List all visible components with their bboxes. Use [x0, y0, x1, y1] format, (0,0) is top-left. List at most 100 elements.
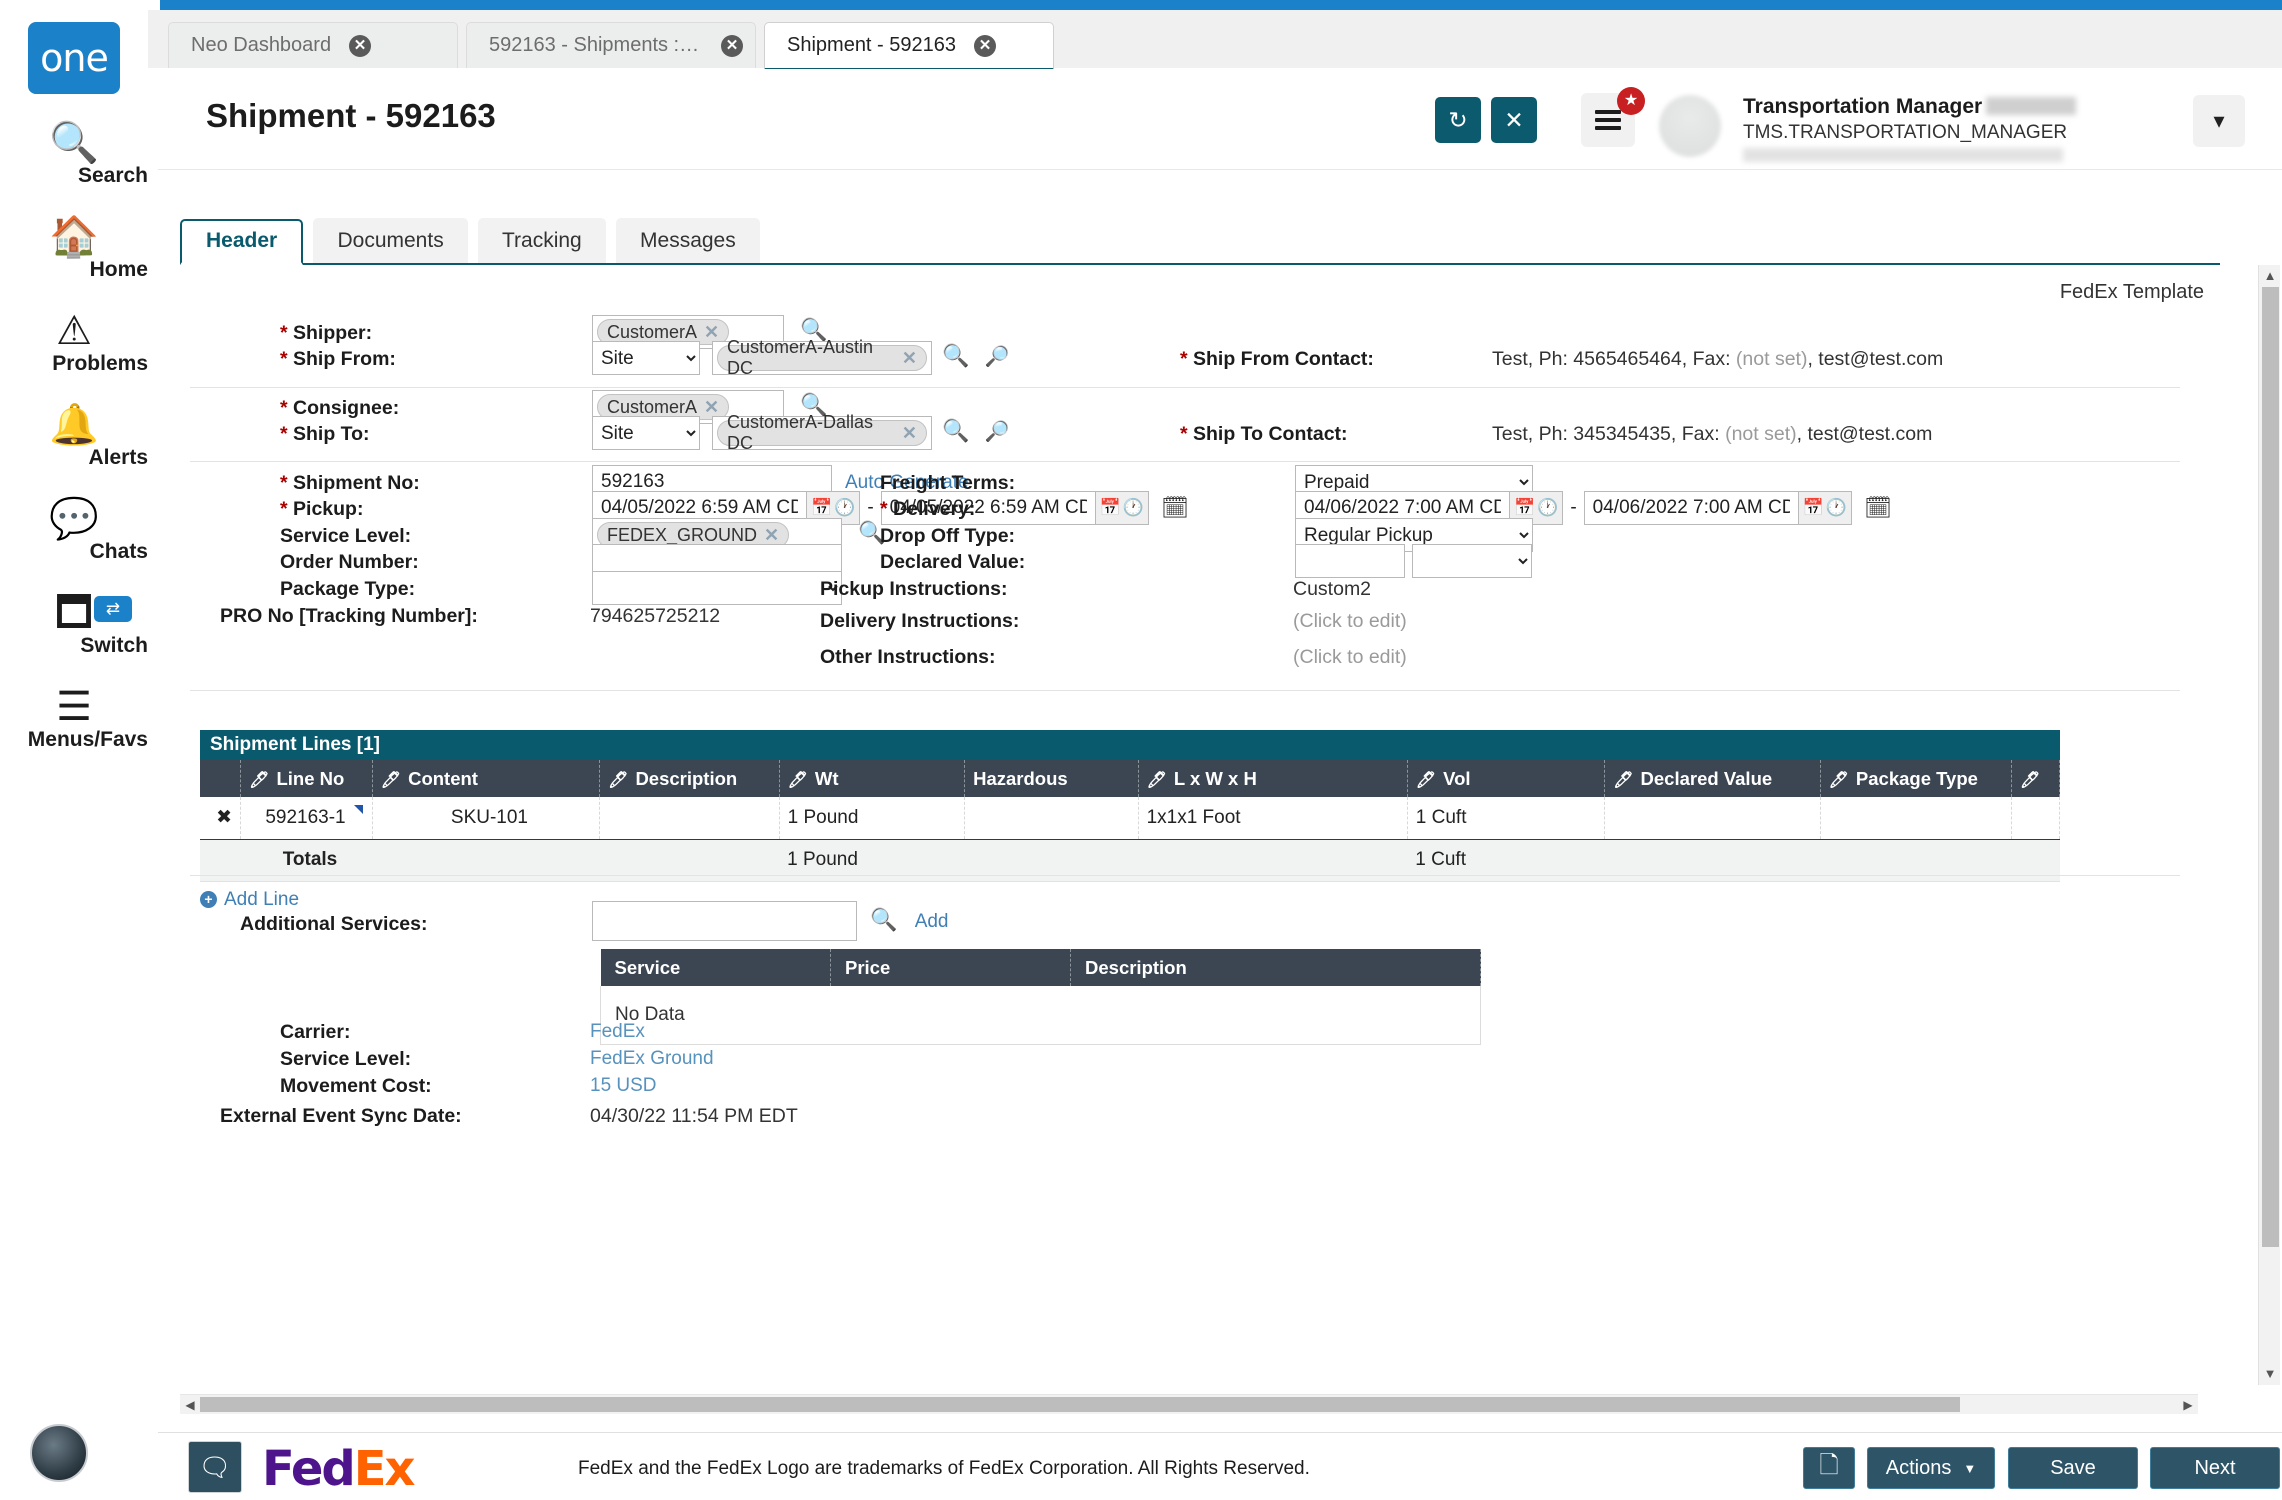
th-description[interactable]: 🖊 Description: [599, 760, 780, 797]
search-zoom-icon[interactable]: 🔍: [942, 418, 969, 443]
vertical-scrollbar[interactable]: ▲ ▼: [2258, 265, 2280, 1385]
th-hazardous[interactable]: Hazardous: [964, 760, 1139, 797]
horizontal-scroll-thumb[interactable]: [200, 1397, 1960, 1412]
declared-value-currency-select[interactable]: [1412, 544, 1532, 578]
chip-ship-from[interactable]: CustomerA-Austin DC ✕: [717, 337, 927, 378]
chip-ship-to[interactable]: CustomerA-Dallas DC ✕: [717, 412, 927, 453]
browser-tab-shipment-592163[interactable]: Shipment - 592163 ✕: [764, 22, 1054, 71]
pickup-instructions-value[interactable]: Custom2: [1293, 578, 1371, 601]
switch-badge-icon[interactable]: ⇄: [94, 596, 132, 622]
user-orb-icon[interactable]: [30, 1424, 88, 1482]
sidebar-item-alerts[interactable]: 🔔 Alerts: [0, 402, 148, 470]
search-zoom-icon[interactable]: 🔍: [870, 907, 897, 932]
sidebar-item-chats[interactable]: 💬 Chats: [0, 496, 148, 564]
cell-line-no[interactable]: 592163-1: [240, 797, 373, 840]
search-icon[interactable]: 🔎: [985, 421, 1010, 443]
scroll-up-icon[interactable]: ▲: [2259, 265, 2281, 287]
declared-value-input[interactable]: [1295, 544, 1405, 578]
chip-remove-icon[interactable]: ✕: [704, 397, 719, 418]
chat-button[interactable]: 🗨: [188, 1441, 242, 1493]
chip-remove-icon[interactable]: ✕: [902, 423, 917, 444]
th-vol[interactable]: 🖊 Vol: [1407, 760, 1606, 797]
cell-vol[interactable]: 1 Cuft: [1407, 797, 1606, 840]
calendar-icon[interactable]: 📅: [1803, 498, 1824, 518]
add-service-link[interactable]: Add: [915, 911, 949, 932]
browser-tab-neo-dashboard[interactable]: Neo Dashboard ✕: [168, 22, 458, 68]
sidebar-item-search[interactable]: 🔍 Search: [0, 120, 148, 188]
horizontal-scrollbar[interactable]: ◀ ▶: [180, 1394, 2198, 1414]
app-logo[interactable]: one: [28, 22, 120, 94]
ship-from-type-select[interactable]: Site: [592, 341, 700, 375]
ship-from-site-input[interactable]: CustomerA-Austin DC ✕: [712, 337, 932, 378]
search-zoom-icon[interactable]: 🔍: [942, 343, 969, 368]
ship-to-site-input[interactable]: CustomerA-Dallas DC ✕: [712, 412, 932, 453]
cell-declared-value[interactable]: [1604, 797, 1821, 840]
cell-lwh[interactable]: 1x1x1 Foot: [1138, 797, 1408, 840]
th-overflow[interactable]: 🖊: [2011, 760, 2060, 797]
chip-remove-icon[interactable]: ✕: [764, 525, 779, 546]
scroll-left-icon[interactable]: ◀: [180, 1395, 200, 1415]
tab-tracking[interactable]: Tracking: [477, 218, 606, 264]
save-button[interactable]: Save: [2008, 1447, 2138, 1489]
edit-icon[interactable]: 🖊: [249, 772, 269, 789]
cell-package-type[interactable]: [1820, 797, 2013, 840]
cell-description[interactable]: [599, 797, 780, 840]
copy-button[interactable]: 🗋: [1803, 1447, 1855, 1489]
carrier-value[interactable]: FedEx: [590, 1021, 645, 1043]
edit-icon[interactable]: 🖊: [2020, 772, 2040, 789]
scroll-right-icon[interactable]: ▶: [2178, 1395, 2198, 1415]
cell-content[interactable]: SKU-101: [372, 797, 601, 840]
sidebar-item-switch[interactable]: 🗖 ⇄ Switch: [0, 590, 148, 658]
close-button[interactable]: ✕: [1491, 97, 1537, 143]
edit-icon[interactable]: 🖊: [1613, 772, 1633, 789]
vertical-scroll-thumb[interactable]: [2262, 287, 2279, 1247]
delivery-instructions-value[interactable]: (Click to edit): [1293, 610, 1407, 633]
clock-icon[interactable]: 🕐: [1826, 498, 1847, 518]
th-lwh[interactable]: 🖊 L x W x H: [1138, 760, 1408, 797]
next-button[interactable]: Next: [2150, 1447, 2280, 1489]
user-menu-button[interactable]: ▾: [2193, 95, 2245, 147]
chip-remove-icon[interactable]: ✕: [704, 322, 719, 343]
refresh-button[interactable]: ↻: [1435, 97, 1481, 143]
tab-header[interactable]: Header: [180, 218, 304, 265]
browser-tab-shipments-list[interactable]: 592163 - Shipments : by Shipme… ✕: [466, 22, 756, 68]
th-line-no[interactable]: 🖊 Line No: [240, 760, 373, 797]
th-content[interactable]: 🖊 Content: [372, 760, 601, 797]
edit-icon[interactable]: 🖊: [1147, 772, 1167, 789]
row-delete-button[interactable]: ✖: [200, 797, 242, 840]
edit-icon[interactable]: 🖊: [381, 772, 401, 789]
actions-button[interactable]: Actions ▼: [1867, 1447, 1995, 1489]
sidebar-item-menus-favs[interactable]: ☰ Menus/Favs: [0, 684, 148, 752]
tab-documents[interactable]: Documents: [313, 218, 468, 264]
th-package-type[interactable]: 🖊 Package Type: [1820, 760, 2013, 797]
edit-icon[interactable]: 🖊: [1829, 772, 1849, 789]
additional-services-input[interactable]: [592, 901, 857, 941]
favorites-badge[interactable]: ★: [1617, 87, 1645, 115]
edit-icon[interactable]: 🖊: [608, 772, 628, 789]
other-instructions-value[interactable]: (Click to edit): [1293, 646, 1407, 669]
chip-remove-icon[interactable]: ✕: [902, 348, 917, 369]
calendar-icon[interactable]: 📅: [1514, 498, 1535, 518]
clock-icon[interactable]: 🕐: [834, 498, 855, 518]
cell-hazardous[interactable]: [964, 797, 1139, 840]
scroll-down-icon[interactable]: ▼: [2259, 1363, 2281, 1385]
clock-icon[interactable]: 🕐: [1537, 498, 1558, 518]
close-icon[interactable]: ✕: [349, 34, 372, 57]
sidebar-item-home[interactable]: 🏠 Home: [0, 214, 148, 282]
close-icon[interactable]: ✕: [974, 34, 997, 57]
summary-service-level-value[interactable]: FedEx Ground: [590, 1048, 714, 1070]
delivery-to-date-icons[interactable]: 📅 🕐: [1798, 491, 1853, 525]
add-line-button[interactable]: + Add Line: [200, 889, 2060, 911]
delivery-to-input[interactable]: [1583, 491, 1799, 525]
close-icon[interactable]: ✕: [721, 34, 743, 57]
edit-icon[interactable]: 🖊: [1416, 772, 1436, 789]
th-declared-value[interactable]: 🖊 Declared Value: [1604, 760, 1821, 797]
tab-messages[interactable]: Messages: [616, 218, 760, 264]
movement-cost-value[interactable]: 15 USD: [590, 1075, 657, 1097]
package-type-select[interactable]: [592, 571, 842, 605]
search-icon[interactable]: 🔎: [985, 346, 1010, 368]
table-row[interactable]: ✖ 592163-1 SKU-101 1 Pound 1x1x1 Foot 1 …: [200, 797, 2060, 840]
sidebar-item-problems[interactable]: ⚠ Problems: [0, 308, 148, 376]
ship-to-type-select[interactable]: Site: [592, 416, 700, 450]
calendar-icon[interactable]: 📅: [811, 498, 832, 518]
